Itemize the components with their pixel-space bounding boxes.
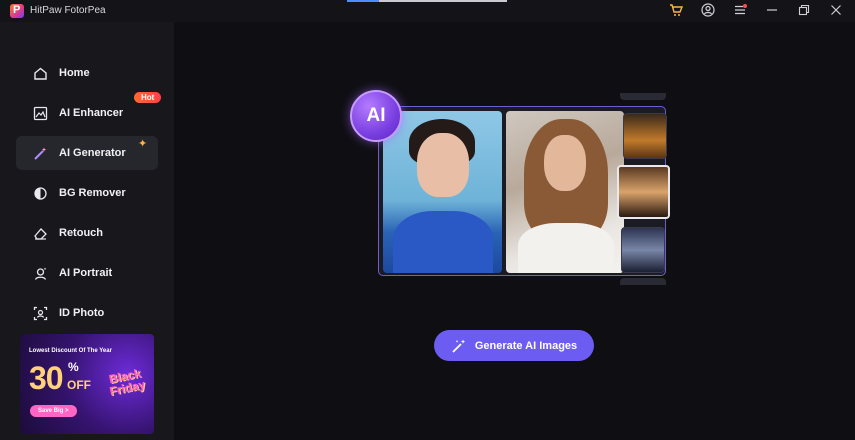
sidebar-item-home[interactable]: Home — [16, 56, 158, 90]
promo-discount-number: 30 — [29, 360, 64, 396]
id-photo-icon — [32, 305, 48, 321]
ai-showcase — [378, 104, 670, 276]
notification-dot — [743, 4, 747, 8]
promo-headline: Lowest Discount Of The Year — [29, 348, 112, 354]
sidebar-item-ai-portrait[interactable]: AI Portrait — [16, 256, 158, 290]
promo-event: Black Friday — [107, 365, 147, 399]
sidebar-item-retouch[interactable]: Retouch — [16, 216, 158, 250]
app-title: HitPaw FotorPea — [30, 5, 106, 16]
thumbnail-strip-top — [620, 93, 666, 100]
sidebar-item-label: Retouch — [59, 227, 103, 239]
title-bar: HitPaw FotorPea — [0, 0, 855, 22]
promo-percent: % — [68, 360, 79, 374]
promo-banner[interactable]: Lowest Discount Of The Year 30 % OFF Bla… — [20, 334, 154, 434]
sample-thumbnail-illustration — [617, 165, 670, 219]
sidebar-item-label: AI Portrait — [59, 267, 113, 279]
bg-remover-icon — [32, 185, 48, 201]
portrait-face — [544, 135, 586, 191]
sparkle-icon: ✦ — [138, 138, 148, 150]
eraser-icon — [32, 225, 48, 241]
showcase-frame — [378, 106, 670, 276]
sample-thumbnail-fantasy — [621, 227, 665, 273]
ai-badge-text: AI — [366, 105, 386, 126]
promo-save-button[interactable]: Save Big > — [30, 405, 77, 417]
portrait-icon — [32, 265, 48, 281]
sidebar-item-label: AI Generator — [59, 147, 126, 159]
sample-image-portrait-1 — [383, 111, 502, 273]
magic-wand-icon — [32, 145, 48, 161]
minimize-icon[interactable] — [764, 3, 780, 19]
generate-ai-images-button[interactable]: Generate AI Images — [434, 330, 594, 361]
sidebar-nav: Home AI Enhancer Hot AI Generator ✦ BG R… — [16, 56, 162, 336]
portrait-face — [417, 133, 469, 197]
enhancer-icon — [32, 105, 48, 121]
portrait-top — [518, 223, 614, 273]
sidebar-item-label: BG Remover — [59, 187, 126, 199]
home-icon — [32, 65, 48, 81]
restore-icon[interactable] — [796, 3, 812, 19]
sample-thumbnail-drinks — [623, 113, 667, 159]
cart-icon[interactable] — [668, 3, 684, 19]
promo-off: OFF — [67, 378, 91, 392]
hot-badge: Hot — [134, 92, 162, 103]
sidebar-item-label: Home — [59, 67, 90, 79]
sidebar-item-label: ID Photo — [59, 307, 105, 319]
sidebar-item-bg-remover[interactable]: BG Remover — [16, 176, 158, 210]
sidebar-item-ai-enhancer[interactable]: AI Enhancer Hot — [16, 92, 162, 130]
tab-indicator — [347, 0, 507, 2]
generate-button-label: Generate AI Images — [474, 339, 578, 352]
sidebar-item-label: AI Enhancer — [59, 107, 124, 119]
sidebar-item-id-photo[interactable]: ID Photo — [16, 296, 158, 330]
ai-badge: AI — [350, 90, 402, 142]
close-icon[interactable] — [828, 3, 844, 19]
portrait-shirt — [393, 211, 493, 273]
sidebar-item-ai-generator[interactable]: AI Generator ✦ — [16, 136, 158, 170]
app-logo-icon — [10, 4, 24, 18]
thumbnail-strip-bottom — [620, 278, 666, 285]
magic-wand-icon — [451, 338, 467, 354]
sample-image-portrait-2 — [506, 111, 624, 273]
user-icon[interactable] — [700, 3, 716, 19]
